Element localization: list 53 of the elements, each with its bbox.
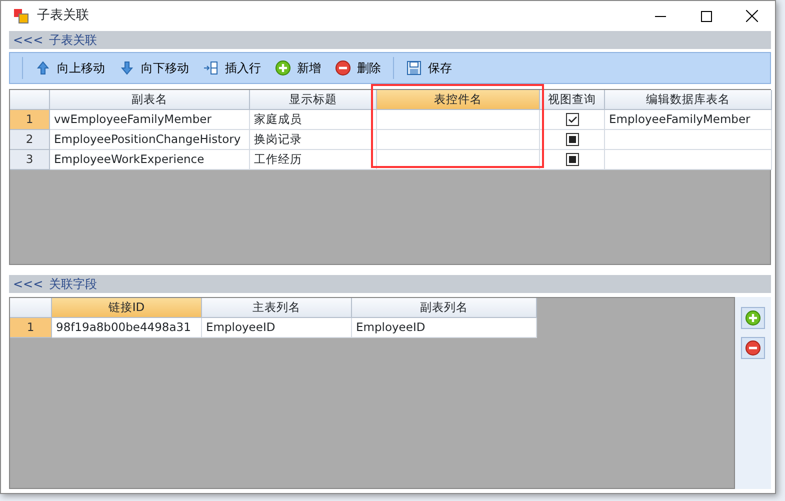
- plus-icon: [745, 310, 761, 326]
- column-header[interactable]: 视图查询: [540, 90, 605, 110]
- window-title: 子表关联: [37, 7, 89, 26]
- plus-icon: [275, 60, 291, 76]
- collapse-arrows[interactable]: <<<: [13, 275, 44, 293]
- row-header[interactable]: 2: [10, 130, 50, 150]
- table-cell: vwEmployeeFamilyMember: [50, 110, 250, 130]
- table-cell: EmployeePositionChangeHistory: [50, 130, 250, 150]
- column-header[interactable]: 显示标题: [250, 90, 377, 110]
- insert-row-icon: [203, 60, 219, 76]
- section-header[interactable]: <<< 关联字段: [9, 275, 771, 293]
- save-icon: [406, 60, 422, 76]
- collapse-arrows[interactable]: <<<: [13, 31, 44, 49]
- checkbox[interactable]: [566, 113, 578, 126]
- add-button[interactable]: [741, 307, 765, 329]
- column-header[interactable]: 主表列名: [202, 298, 352, 318]
- table-cell: EmployeeID: [202, 318, 352, 338]
- column-header[interactable]: 副表列名: [352, 298, 537, 318]
- checkbox[interactable]: [566, 133, 578, 146]
- toolbar-button[interactable]: 插入行: [197, 55, 267, 81]
- minus-icon: [335, 60, 351, 76]
- section-title: 关联字段: [49, 276, 98, 293]
- column-header[interactable]: 编辑数据库表名: [605, 90, 772, 110]
- maximize-icon: [700, 10, 712, 22]
- table-cell: EmployeeFamilyMember: [605, 110, 772, 130]
- table-cell: EmployeeID: [352, 318, 537, 338]
- toolbar-button[interactable]: 保存: [400, 55, 458, 81]
- table-cell: 工作经历: [250, 150, 377, 170]
- app-icon: [13, 8, 29, 24]
- column-header[interactable]: 表控件名: [377, 90, 540, 110]
- corner-cell[interactable]: [10, 90, 50, 110]
- toolbar-button[interactable]: 新增: [269, 55, 327, 81]
- section-header[interactable]: <<< 子表关联: [9, 31, 771, 49]
- remove-button[interactable]: [741, 337, 765, 359]
- row-header[interactable]: 3: [10, 150, 50, 170]
- column-header[interactable]: 副表名: [50, 90, 250, 110]
- table-cell: 98f19a8b00be4498a31: [52, 318, 202, 338]
- table-cell: 家庭成员: [250, 110, 377, 130]
- minus-icon: [745, 340, 761, 356]
- table-cell: EmployeeWorkExperience: [50, 150, 250, 170]
- section-title: 子表关联: [49, 32, 98, 49]
- toolbar-button[interactable]: 删除: [329, 55, 387, 81]
- table-cell: 换岗记录: [250, 130, 377, 150]
- toolbar-button[interactable]: 向上移动: [29, 55, 111, 81]
- column-header[interactable]: 链接ID: [52, 298, 202, 318]
- row-header[interactable]: 1: [10, 318, 52, 338]
- close-icon: [746, 10, 758, 22]
- row-header[interactable]: 1: [10, 110, 50, 130]
- checkbox[interactable]: [566, 153, 578, 166]
- toolbar-button[interactable]: 向下移动: [113, 55, 195, 81]
- up-arrow-icon: [35, 60, 51, 76]
- corner-cell[interactable]: [10, 298, 52, 318]
- down-arrow-icon: [119, 60, 135, 76]
